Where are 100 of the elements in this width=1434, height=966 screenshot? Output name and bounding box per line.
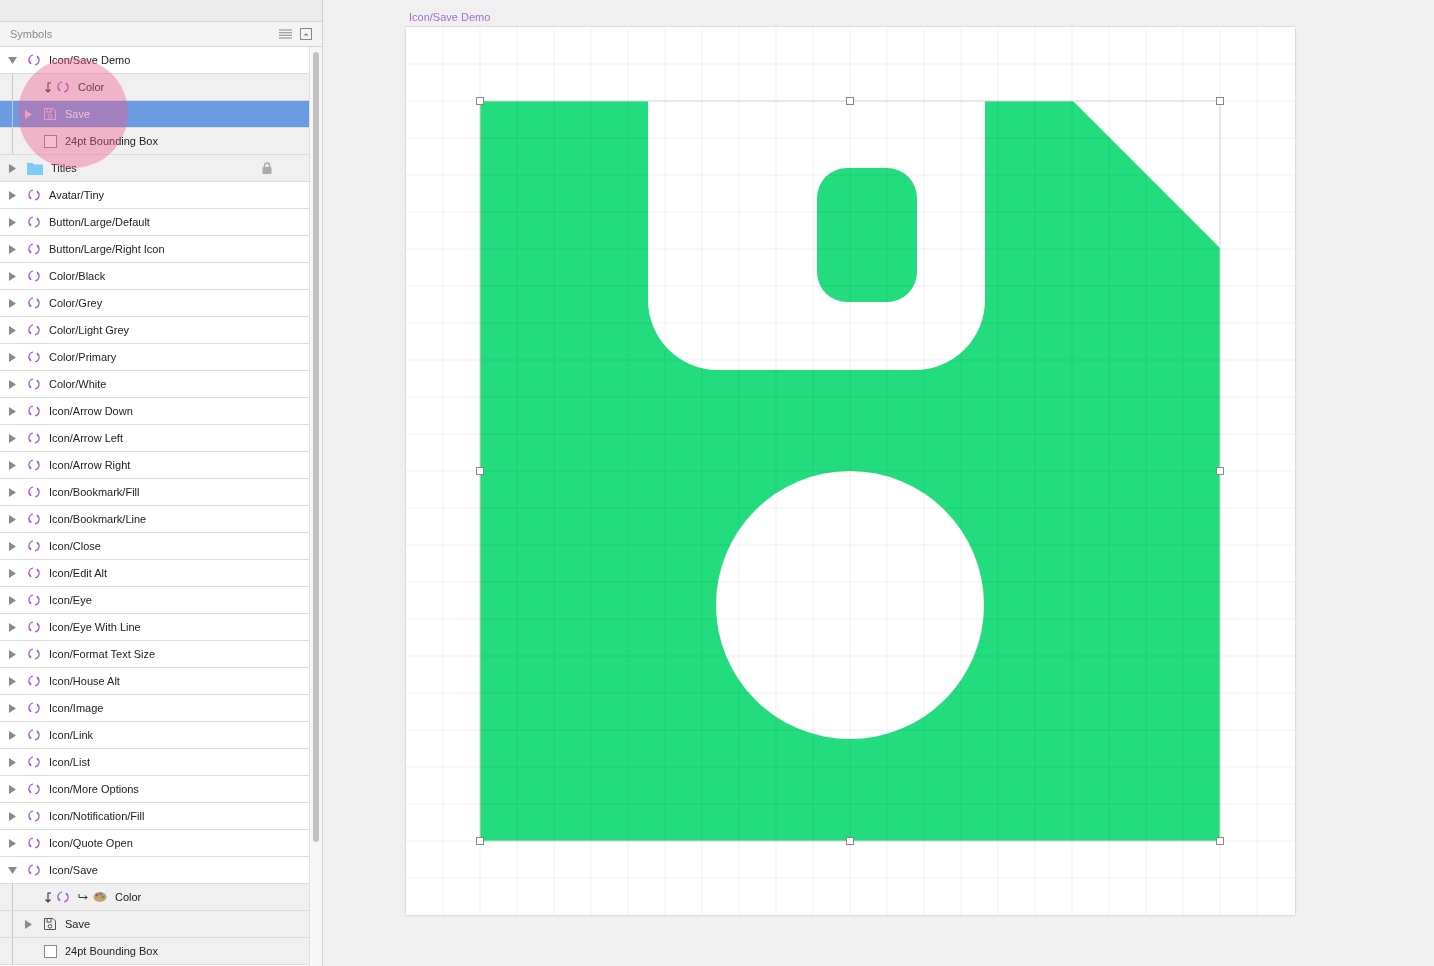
- layer-name: Icon/Save: [49, 862, 98, 878]
- collapsed-triangle-icon[interactable]: [8, 460, 17, 470]
- sync-arrows-icon: [27, 782, 41, 796]
- layer-name: Icon/More Options: [49, 781, 139, 797]
- layer-name: Icon/Arrow Left: [49, 430, 123, 446]
- sync-arrows-icon: [27, 593, 41, 607]
- collapsed-triangle-icon[interactable]: [8, 649, 17, 659]
- collapsed-triangle-icon[interactable]: [8, 190, 17, 200]
- rectangle-icon: [44, 134, 57, 148]
- collapsed-triangle-icon[interactable]: [8, 676, 17, 686]
- collapse-panel-icon[interactable]: [300, 28, 312, 40]
- collapsed-triangle-icon[interactable]: [8, 217, 17, 227]
- layer-name: Icon/Eye With Line: [49, 619, 141, 635]
- collapsed-triangle-icon[interactable]: [8, 838, 17, 848]
- sync-arrows-icon: [27, 188, 41, 202]
- hook-arrow-icon: [44, 81, 52, 93]
- sync-arrows-icon: [27, 215, 41, 229]
- list-icon[interactable]: [279, 29, 292, 39]
- lock-icon: [262, 162, 272, 174]
- collapsed-triangle-icon[interactable]: [8, 568, 17, 578]
- layer-name: Avatar/Tiny: [49, 187, 105, 203]
- sync-arrows-icon: [27, 728, 41, 742]
- sync-arrows-icon: [27, 242, 41, 256]
- collapsed-triangle-icon[interactable]: [8, 433, 17, 443]
- layer-name: Save: [65, 106, 91, 122]
- hook-arrow-icon: [44, 891, 52, 903]
- layer-name: Color/Light Grey: [49, 322, 130, 338]
- collapsed-triangle-icon[interactable]: [8, 244, 17, 254]
- layer-name: Icon/Format Text Size: [49, 646, 156, 662]
- layer-name: Color/Grey: [49, 295, 103, 311]
- sync-arrows-icon: [27, 512, 41, 526]
- collapsed-triangle-icon[interactable]: [8, 406, 17, 416]
- layer-row[interactable]: Color: [0, 884, 309, 911]
- collapsed-triangle-icon[interactable]: [8, 163, 17, 173]
- sync-arrows-icon: [27, 836, 41, 850]
- collapsed-triangle-icon[interactable]: [8, 730, 17, 740]
- layer-row[interactable]: 24pt Bounding Box: [0, 938, 309, 965]
- layer-row[interactable]: Save: [0, 911, 309, 938]
- layer-name: Button/Large/Default: [49, 214, 150, 230]
- sync-arrows-icon: [27, 701, 41, 715]
- sync-arrows-icon: [27, 863, 41, 877]
- layer-name: Icon/Arrow Down: [49, 403, 133, 419]
- sync-arrows-icon: [27, 647, 41, 661]
- layer-name: Color/White: [49, 376, 107, 392]
- collapsed-triangle-icon[interactable]: [8, 595, 17, 605]
- sync-arrows-icon: [27, 350, 41, 364]
- layer-name: Icon/Arrow Right: [49, 457, 131, 473]
- collapsed-triangle-icon[interactable]: [8, 271, 17, 281]
- layer-name: Icon/Edit Alt: [49, 565, 108, 581]
- collapsed-triangle-icon[interactable]: [8, 784, 17, 794]
- layer-name: Icon/Bookmark/Line: [49, 511, 147, 527]
- sync-arrows-icon: [27, 566, 41, 580]
- panel-title: Symbols: [10, 26, 53, 42]
- expanded-triangle-icon[interactable]: [8, 865, 17, 875]
- collapsed-triangle-icon[interactable]: [8, 514, 17, 524]
- collapsed-triangle-icon[interactable]: [8, 379, 17, 389]
- layer-row[interactable]: Color: [0, 74, 309, 101]
- layer-name: Icon/House Alt: [49, 673, 120, 689]
- sync-arrows-icon: [27, 53, 41, 67]
- sync-arrows-icon: [27, 404, 41, 418]
- sync-arrows-icon: [27, 431, 41, 445]
- sync-arrows-icon: [27, 755, 41, 769]
- collapsed-triangle-icon[interactable]: [8, 811, 17, 821]
- layer-name: Save: [65, 916, 91, 932]
- floppy-icon: [43, 917, 57, 931]
- layer-name: Icon/Quote Open: [49, 835, 133, 851]
- collapsed-triangle-icon[interactable]: [8, 487, 17, 497]
- floppy-icon: [43, 107, 57, 121]
- expanded-triangle-icon[interactable]: [8, 55, 17, 65]
- sync-arrows-icon: [27, 377, 41, 391]
- collapsed-triangle-icon[interactable]: [8, 541, 17, 551]
- layer-name: Titles: [51, 160, 77, 176]
- turn-arrow-icon: [78, 893, 89, 901]
- layer-name: Icon/Link: [49, 727, 94, 743]
- layer-name: Icon/Notification/Fill: [49, 808, 145, 824]
- collapsed-triangle-icon[interactable]: [24, 919, 33, 929]
- sync-arrows-icon: [27, 620, 41, 634]
- layer-name: Color: [78, 79, 105, 95]
- sync-arrows-icon: [27, 809, 41, 823]
- scrollbar[interactable]: [309, 47, 322, 966]
- layer-name: Icon/Bookmark/Fill: [49, 484, 140, 500]
- sync-arrows-icon: [27, 485, 41, 499]
- sync-arrows-icon: [56, 80, 70, 94]
- collapsed-triangle-icon[interactable]: [8, 622, 17, 632]
- collapsed-triangle-icon[interactable]: [8, 352, 17, 362]
- collapsed-triangle-icon[interactable]: [8, 757, 17, 767]
- layer-row[interactable]: 24pt Bounding Box: [0, 128, 309, 155]
- layer-name: 24pt Bounding Box: [65, 943, 158, 959]
- sync-arrows-icon: [27, 458, 41, 472]
- collapsed-triangle-icon[interactable]: [8, 703, 17, 713]
- sync-arrows-icon: [27, 539, 41, 553]
- layer-name: Color/Primary: [49, 349, 117, 365]
- layer-row[interactable]: Titles: [0, 155, 309, 182]
- layer-name: Icon/Eye: [49, 592, 92, 608]
- sync-arrows-icon: [27, 674, 41, 688]
- layer-name: Color: [115, 889, 142, 905]
- collapsed-triangle-icon[interactable]: [8, 325, 17, 335]
- layer-name: Color/Black: [49, 268, 106, 284]
- sync-arrows-icon: [27, 296, 41, 310]
- collapsed-triangle-icon[interactable]: [8, 298, 17, 308]
